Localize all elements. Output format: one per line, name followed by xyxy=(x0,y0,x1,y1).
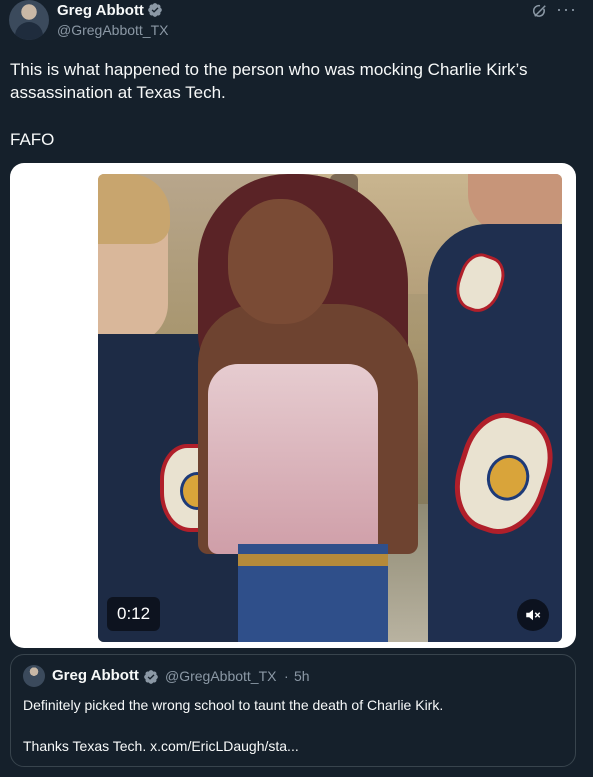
grok-icon[interactable] xyxy=(531,2,549,20)
video-figure-officer-right xyxy=(398,174,562,642)
quote-tweet[interactable]: Greg Abbott @GregAbbott_TX · 5h Definite… xyxy=(10,654,576,767)
quote-author-handle[interactable]: @GregAbbott_TX xyxy=(165,668,277,684)
author-name-row[interactable]: Greg Abbott xyxy=(57,2,163,22)
verified-badge-icon xyxy=(147,2,163,22)
video-player[interactable]: 0:12 xyxy=(98,174,562,642)
quote-separator: · xyxy=(284,668,289,684)
more-icon[interactable]: ··· xyxy=(556,0,577,18)
media-card[interactable]: 0:12 xyxy=(10,163,576,648)
tweet-text: This is what happened to the person who … xyxy=(10,58,580,104)
mute-button[interactable] xyxy=(517,599,549,631)
quote-timestamp[interactable]: 5h xyxy=(294,668,310,684)
quote-avatar[interactable] xyxy=(23,665,45,687)
quote-text: Definitely picked the wrong school to ta… xyxy=(23,697,444,713)
verified-badge-icon xyxy=(143,669,159,690)
tweet-text-fafo: FAFO xyxy=(10,130,55,149)
tweet-text-line: This is what happened to the person who … xyxy=(10,60,528,102)
quote-text-link[interactable]: Thanks Texas Tech. x.com/EricLDaugh/sta.… xyxy=(23,738,299,754)
author-name[interactable]: Greg Abbott xyxy=(57,2,144,19)
mute-icon xyxy=(526,609,541,621)
quote-author-name[interactable]: Greg Abbott xyxy=(52,667,139,684)
author-handle[interactable]: @GregAbbott_TX xyxy=(57,22,169,38)
video-duration: 0:12 xyxy=(107,597,161,631)
author-avatar[interactable] xyxy=(9,0,49,40)
